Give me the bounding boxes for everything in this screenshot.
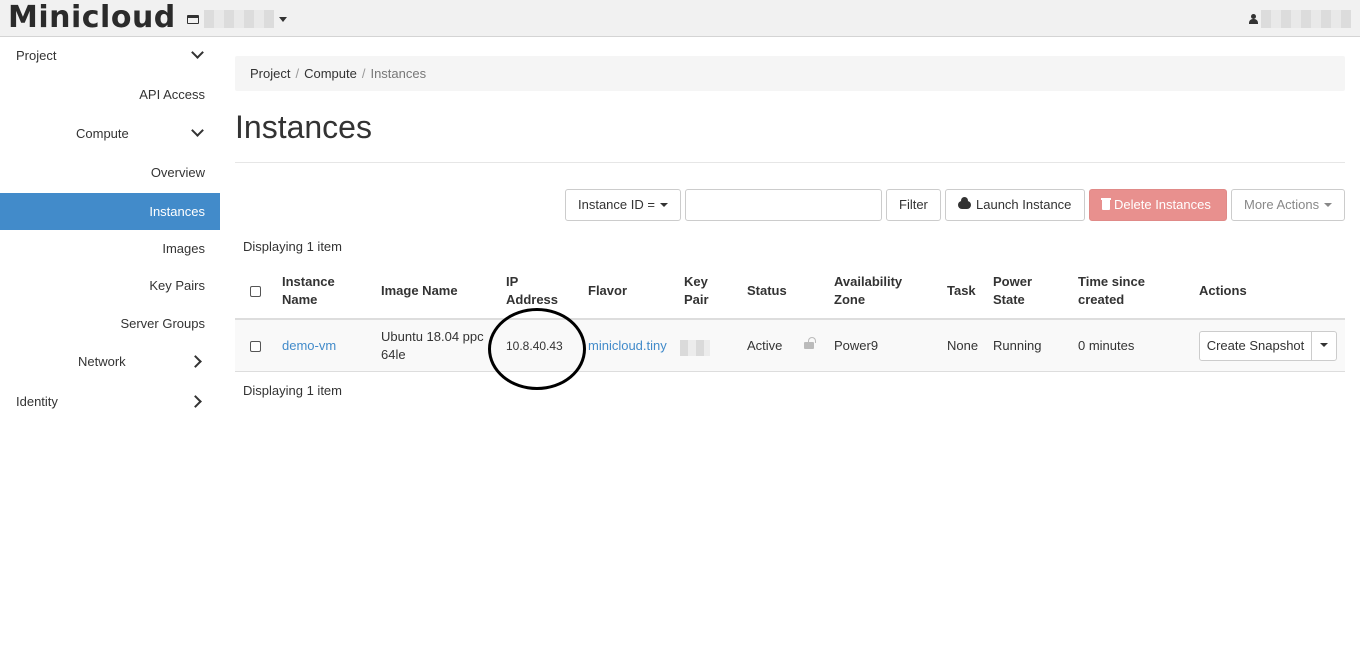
column-header-key-pair[interactable]: Key Pair <box>684 273 709 309</box>
header-line: IP <box>506 274 519 289</box>
item-count-footer: Displaying 1 item <box>243 383 342 398</box>
image-name-line: 64le <box>381 347 406 362</box>
sidebar-item-label: Network <box>78 354 126 369</box>
user-menu[interactable] <box>1249 10 1351 28</box>
more-actions-button[interactable]: More Actions <box>1231 189 1345 221</box>
delete-instances-button[interactable]: Delete Instances <box>1089 189 1227 221</box>
row-checkbox[interactable] <box>250 341 261 352</box>
user-name-redacted <box>1261 10 1351 28</box>
sidebar-item-server-groups[interactable]: Server Groups <box>0 305 220 343</box>
breadcrumb-current: Instances <box>370 66 427 81</box>
sidebar-item-network[interactable]: Network <box>0 343 220 381</box>
status-cell: Active <box>747 338 783 353</box>
sidebar-item-label: Project <box>16 48 57 63</box>
column-header-status[interactable]: Status <box>747 282 787 300</box>
row-actions-dropdown[interactable] <box>1311 331 1337 361</box>
sidebar-item-identity[interactable]: Identity <box>0 383 220 421</box>
header-line: Time since <box>1078 274 1145 289</box>
column-header-instance-name[interactable]: Instance Name <box>282 273 335 309</box>
header-line: Availability <box>834 274 903 289</box>
chevron-right-icon <box>192 396 203 407</box>
sidebar-item-label: Server Groups <box>120 316 205 331</box>
column-header-image-name[interactable]: Image Name <box>381 282 458 300</box>
sidebar-item-label: Identity <box>16 394 58 409</box>
caret-down-icon <box>1320 342 1328 347</box>
project-switcher[interactable] <box>187 10 287 28</box>
select-all-checkbox[interactable] <box>250 286 261 297</box>
search-input[interactable] <box>685 189 882 221</box>
sidebar-item-label: Images <box>162 241 205 256</box>
image-name-line: Ubuntu 18.04 ppc <box>381 329 484 344</box>
breadcrumb-compute[interactable]: Compute <box>304 66 357 81</box>
header-line: Pair <box>684 292 709 307</box>
caret-down-icon <box>659 202 668 207</box>
sidebar-item-label: Overview <box>150 165 205 180</box>
image-name-cell: Ubuntu 18.04 ppc 64le <box>381 328 484 364</box>
breadcrumb-separator: / <box>295 66 300 81</box>
header-line: Instance <box>282 274 335 289</box>
sidebar-item-label: API Access <box>139 87 205 102</box>
caret-down-icon <box>279 16 287 22</box>
sidebar-item-label: Compute <box>76 126 129 141</box>
create-snapshot-button[interactable]: Create Snapshot <box>1199 331 1312 361</box>
column-header-task[interactable]: Task <box>947 282 976 300</box>
filter-button[interactable]: Filter <box>886 189 941 221</box>
column-header-availability-zone[interactable]: Availability Zone <box>834 273 902 309</box>
instance-name-link[interactable]: demo-vm <box>282 337 336 355</box>
header-line: created <box>1078 292 1125 307</box>
header-line: State <box>993 292 1025 307</box>
header-line: Power <box>993 274 1033 289</box>
sidebar-item-label: Instances <box>149 204 205 219</box>
sidebar-item-overview[interactable]: Overview <box>0 154 220 192</box>
sidebar-item-project[interactable]: Project <box>0 37 220 75</box>
chevron-right-icon <box>192 356 203 367</box>
column-header-power-state[interactable]: Power State <box>993 273 1032 309</box>
key-pair-redacted <box>680 340 710 356</box>
project-name-redacted <box>204 10 274 28</box>
availability-zone-cell: Power9 <box>834 338 879 353</box>
chevron-down-icon <box>192 50 203 61</box>
power-state-cell: Running <box>993 338 1042 353</box>
sidebar-item-compute[interactable]: Compute <box>0 115 220 153</box>
column-header-ip-address[interactable]: IP Address <box>506 273 558 309</box>
trash-icon <box>1101 198 1111 210</box>
chevron-down-icon <box>192 128 203 139</box>
more-actions-label: More Actions <box>1244 197 1320 212</box>
header-line: Address <box>506 292 559 307</box>
launch-instance-button[interactable]: Launch Instance <box>945 189 1085 221</box>
header-line: Name <box>282 292 318 307</box>
delete-instances-label: Delete Instances <box>1114 197 1211 212</box>
breadcrumb-separator: / <box>361 66 366 81</box>
time-since-created-cell: 0 minutes <box>1078 338 1135 353</box>
brand-logo[interactable]: Minicloud <box>8 0 176 36</box>
item-count: Displaying 1 item <box>243 239 342 254</box>
launch-instance-label: Launch Instance <box>976 197 1072 212</box>
breadcrumb-project[interactable]: Project <box>250 66 290 81</box>
title-divider <box>235 162 1345 163</box>
caret-down-icon <box>1324 202 1333 207</box>
sidebar-item-images[interactable]: Images <box>0 230 220 268</box>
project-icon <box>187 14 199 24</box>
annotation-circle <box>488 308 586 390</box>
task-cell: None <box>947 338 979 353</box>
lock-icon[interactable] <box>804 337 816 349</box>
header-line: Key <box>684 274 708 289</box>
sidebar-item-key-pairs[interactable]: Key Pairs <box>0 267 220 305</box>
page-title: Instances <box>235 109 372 145</box>
cloud-upload-icon <box>958 197 971 209</box>
header-line: Zone <box>834 292 866 307</box>
user-icon <box>1249 14 1258 24</box>
breadcrumb: Project / Compute / Instances <box>235 56 1345 91</box>
sidebar-item-instances[interactable]: Instances <box>0 193 220 230</box>
column-header-actions: Actions <box>1199 283 1247 298</box>
filter-field-dropdown[interactable]: Instance ID = <box>565 189 681 221</box>
column-header-flavor[interactable]: Flavor <box>588 282 627 300</box>
sidebar-item-api-access[interactable]: API Access <box>0 76 220 114</box>
sidebar-item-label: Key Pairs <box>149 278 205 293</box>
flavor-link[interactable]: minicloud.tiny <box>588 337 667 355</box>
column-header-time-since-created[interactable]: Time since created <box>1078 273 1145 309</box>
filter-field-label: Instance ID = <box>578 197 655 212</box>
top-navbar: Minicloud <box>0 0 1360 37</box>
